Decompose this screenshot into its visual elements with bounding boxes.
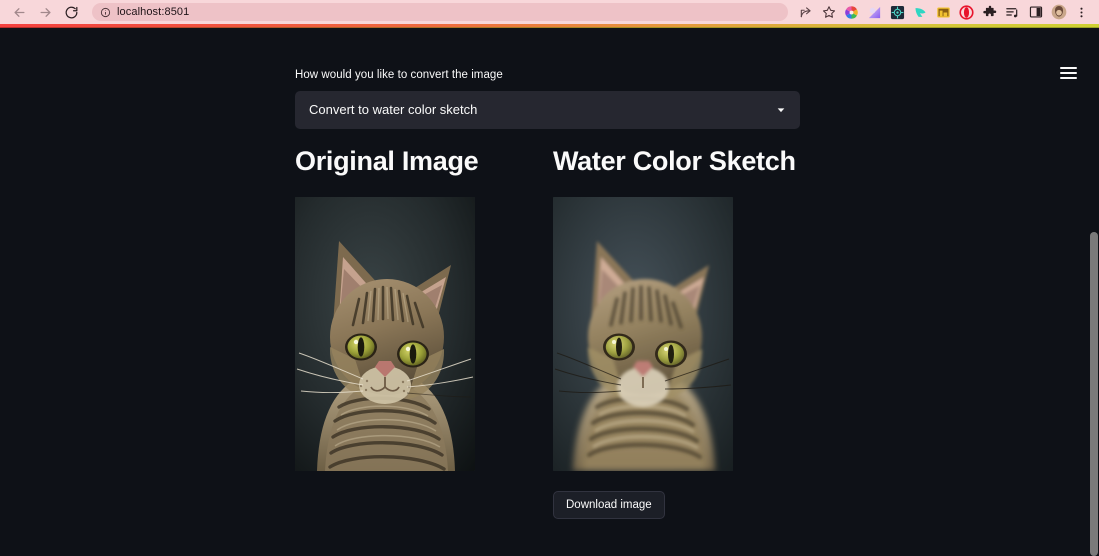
reload-button[interactable] bbox=[58, 1, 84, 23]
watercolor-image-heading: Water Color Sketch bbox=[553, 146, 796, 176]
hamburger-bar bbox=[1059, 72, 1077, 74]
purple-gradient-extension-icon[interactable] bbox=[863, 1, 886, 23]
split-view-icon[interactable] bbox=[1024, 1, 1047, 23]
column-original: Original Image bbox=[295, 146, 535, 519]
chrome-menu-icon[interactable] bbox=[1070, 1, 1093, 23]
app-block-container: How would you like to convert the image … bbox=[295, 68, 800, 129]
convert-mode-select-value: Convert to water color sketch bbox=[309, 102, 478, 118]
download-button-wrapper: Download image bbox=[553, 491, 793, 520]
download-image-button[interactable]: Download image bbox=[553, 491, 665, 520]
address-bar-url: localhost:8501 bbox=[117, 6, 190, 18]
hamburger-bar bbox=[1059, 67, 1077, 69]
dark-grid-extension-icon[interactable] bbox=[886, 1, 909, 23]
original-image-heading: Original Image bbox=[295, 146, 479, 176]
back-button[interactable] bbox=[6, 1, 32, 23]
hamburger-bar bbox=[1059, 77, 1077, 79]
yellow-wallet-extension-icon[interactable] bbox=[932, 1, 955, 23]
browser-toolbar: localhost:8501 bbox=[0, 0, 1099, 24]
convert-mode-select[interactable]: Convert to water color sketch bbox=[295, 90, 800, 129]
profile-avatar-icon[interactable] bbox=[1047, 1, 1070, 23]
original-cat-photo bbox=[295, 197, 475, 472]
page-scrollbar-thumb[interactable] bbox=[1090, 232, 1098, 556]
browser-toolbar-icons bbox=[794, 1, 1093, 23]
color-wheel-extension-icon[interactable] bbox=[840, 1, 863, 23]
puzzle-extensions-icon[interactable] bbox=[978, 1, 1001, 23]
main-menu-button[interactable] bbox=[1055, 60, 1081, 86]
bookmark-star-icon[interactable] bbox=[817, 1, 840, 23]
chevron-down-icon[interactable] bbox=[774, 103, 788, 117]
streamlit-app: How would you like to convert the image … bbox=[0, 28, 1099, 556]
teal-bird-extension-icon[interactable] bbox=[909, 1, 932, 23]
select-widget-label: How would you like to convert the image bbox=[295, 69, 503, 81]
column-watercolor: Water Color Sketch Download image bbox=[553, 146, 796, 520]
address-bar[interactable]: localhost:8501 bbox=[92, 3, 788, 21]
watercolor-cat-photo bbox=[553, 197, 733, 472]
share-icon[interactable] bbox=[794, 1, 817, 23]
page-scrollbar-track[interactable] bbox=[1088, 28, 1099, 556]
forward-button[interactable] bbox=[32, 1, 58, 23]
playlist-icon[interactable] bbox=[1001, 1, 1024, 23]
opera-extension-icon[interactable] bbox=[955, 1, 978, 23]
site-info-icon[interactable] bbox=[100, 7, 111, 18]
image-columns: Original Image Water Color Sketch Downlo… bbox=[295, 146, 800, 520]
